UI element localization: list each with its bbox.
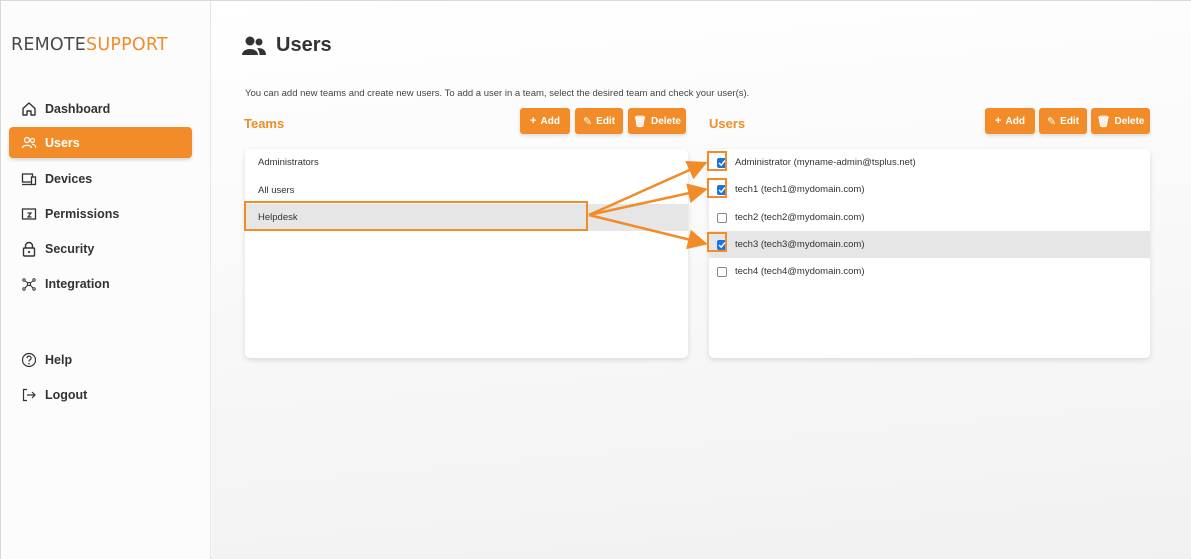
teams-delete-button[interactable]: 🗑 Delete — [628, 108, 686, 134]
users-delete-button[interactable]: 🗑 Delete — [1091, 108, 1150, 134]
intro-text: You can add new teams and create new use… — [245, 88, 750, 99]
pencil-icon: ✎ — [1046, 115, 1057, 128]
sidebar-item-label: Users — [45, 135, 80, 150]
sidebar-item-label: Integration — [45, 276, 110, 291]
brand-logo: REMOTESUPPORT — [11, 35, 168, 55]
sidebar-item-help[interactable]: Help — [9, 344, 192, 375]
teams-title: Teams — [244, 116, 285, 131]
sidebar-item-devices[interactable]: Devices — [9, 163, 192, 194]
sidebar-item-permissions[interactable]: Permissions — [9, 198, 192, 229]
list-item[interactable]: tech2 (tech2@mydomain.com) — [709, 204, 1150, 231]
users-icon — [242, 36, 266, 55]
trash-icon: 🗑 — [633, 115, 647, 128]
integration-icon — [21, 276, 37, 292]
teams-add-button[interactable]: + Add — [520, 108, 570, 134]
lock-icon — [21, 241, 37, 257]
sidebar-item-integration[interactable]: Integration — [9, 268, 192, 299]
sidebar-item-logout[interactable]: Logout — [9, 379, 192, 410]
sidebar-item-label: Help — [45, 352, 73, 367]
app-window: REMOTESUPPORT Dashboard Users Devices Pe — [0, 0, 1191, 559]
trash-icon: 🗑 — [1096, 115, 1111, 128]
sidebar-item-dashboard[interactable]: Dashboard — [9, 93, 192, 124]
list-item[interactable]: Administrators — [245, 149, 688, 176]
permissions-icon — [21, 206, 37, 222]
sidebar-item-security[interactable]: Security — [9, 233, 192, 264]
sidebar-item-label: Permissions — [45, 206, 120, 221]
sidebar-item-label: Dashboard — [45, 101, 111, 116]
checkbox-unchecked[interactable] — [717, 212, 727, 223]
sidebar-item-label: Logout — [45, 387, 88, 402]
users-list: Administrator (myname-admin@tsplus.net) … — [709, 149, 1150, 358]
checkbox-unchecked[interactable] — [717, 266, 727, 277]
home-icon — [21, 101, 37, 117]
sidebar-item-label: Devices — [45, 171, 93, 186]
devices-icon — [21, 171, 37, 187]
pencil-icon: ✎ — [582, 115, 593, 128]
list-item[interactable]: All users — [245, 177, 688, 204]
teams-edit-button[interactable]: ✎ Edit — [575, 108, 623, 134]
list-item-selected[interactable]: tech3 (tech3@mydomain.com) — [709, 231, 1150, 258]
teams-list: Administrators All users Helpdesk — [245, 149, 688, 358]
plus-icon: + — [995, 115, 1002, 127]
list-item[interactable]: tech4 (tech4@mydomain.com) — [709, 258, 1150, 285]
highlight-checkbox-tech1 — [707, 178, 727, 198]
users-title: Users — [709, 116, 746, 131]
logout-icon — [21, 387, 37, 403]
list-item[interactable]: Administrator (myname-admin@tsplus.net) — [709, 149, 1150, 176]
users-icon — [21, 135, 37, 151]
highlight-checkbox-administrator — [707, 151, 727, 171]
highlight-helpdesk — [244, 201, 588, 231]
list-item[interactable]: tech1 (tech1@mydomain.com) — [709, 176, 1150, 203]
highlight-checkbox-tech3 — [707, 232, 727, 252]
page-title: Users — [242, 34, 332, 57]
users-add-button[interactable]: + Add — [985, 108, 1035, 134]
help-icon — [21, 352, 37, 368]
sidebar-item-users[interactable]: Users — [9, 127, 192, 158]
plus-icon: + — [530, 115, 537, 127]
sidebar: REMOTESUPPORT Dashboard Users Devices Pe — [1, 1, 211, 559]
users-edit-button[interactable]: ✎ Edit — [1039, 108, 1087, 134]
sidebar-item-label: Security — [45, 241, 95, 256]
main-content: Users You can add new teams and create n… — [212, 1, 1191, 559]
